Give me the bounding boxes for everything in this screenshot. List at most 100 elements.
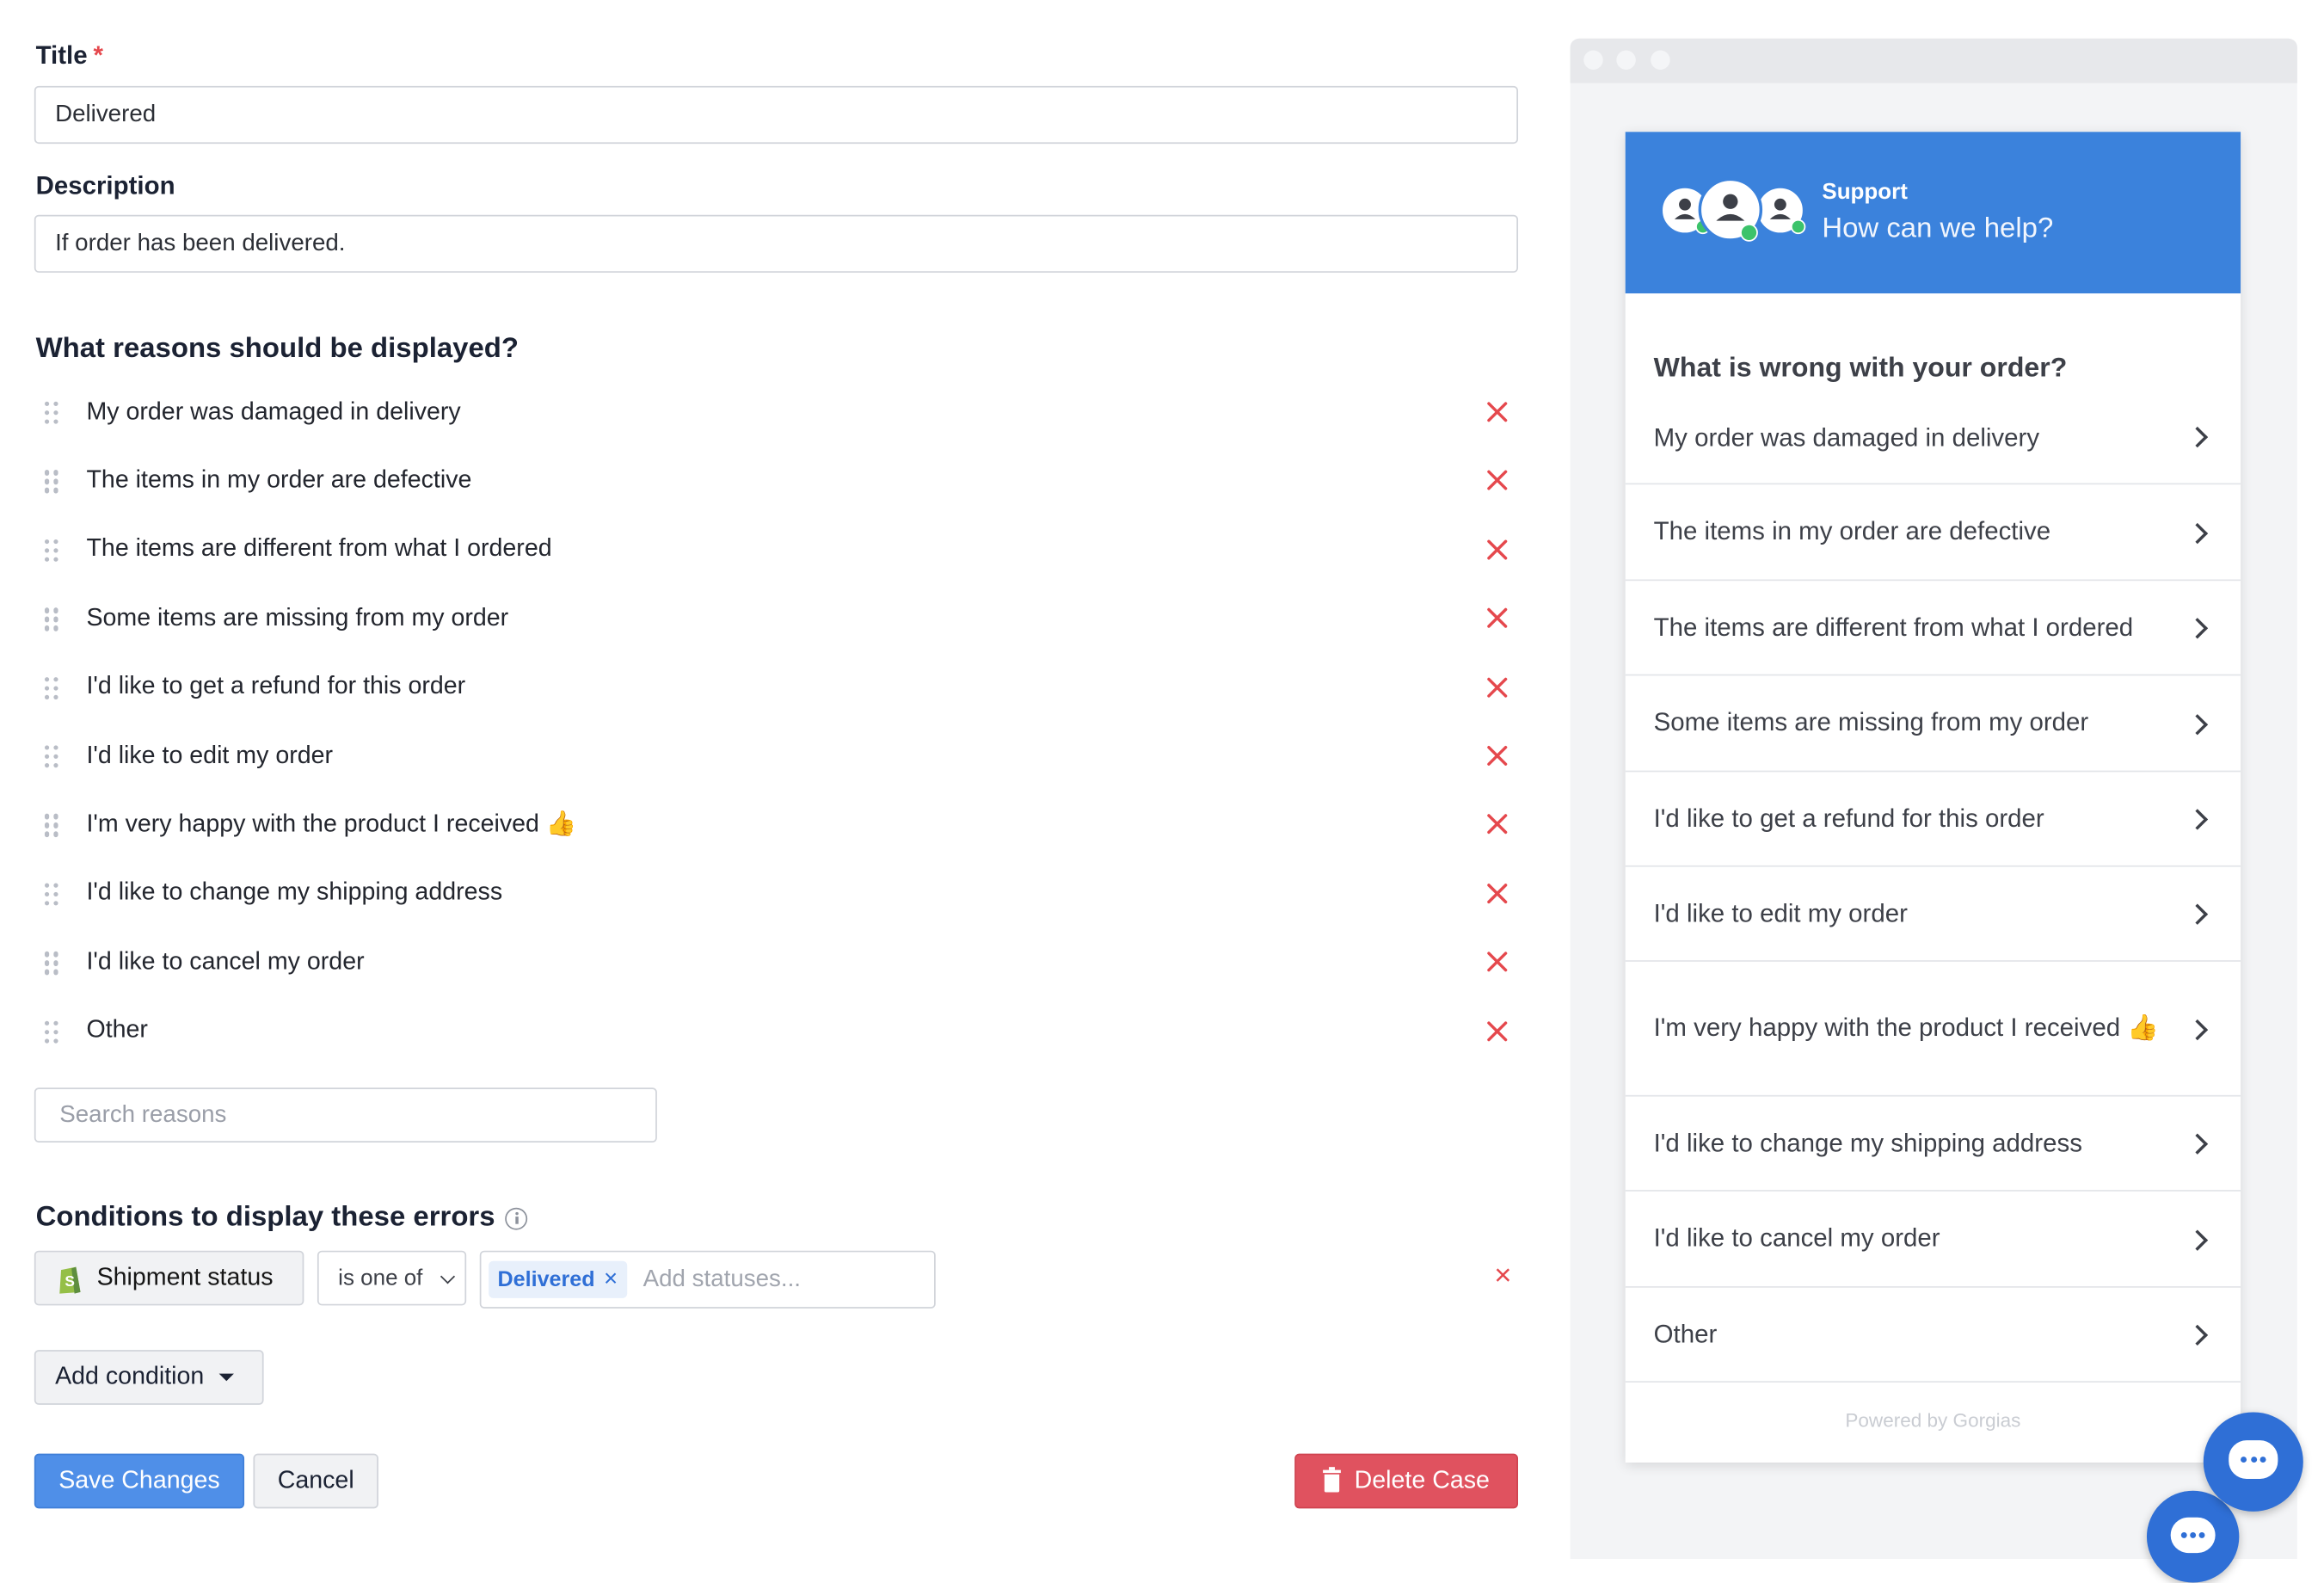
svg-text:S: S: [65, 1272, 75, 1289]
remove-reason-icon[interactable]: [1481, 1014, 1514, 1047]
operator-select[interactable]: is one of: [317, 1250, 467, 1306]
drag-handle-icon[interactable]: [43, 538, 61, 563]
widget-reason-item[interactable]: My order was damaged in delivery: [1625, 390, 2241, 485]
status-tag-remove-icon[interactable]: ×: [604, 1266, 618, 1293]
widget-reason-label: The items in my order are defective: [1653, 517, 2051, 545]
description-input-value: If order has been delivered.: [55, 230, 346, 256]
reason-label: I'm very happy with the product I receiv…: [86, 810, 577, 837]
remove-reason-icon[interactable]: [1481, 533, 1514, 566]
reason-label: I'd like to cancel my order: [86, 947, 365, 975]
chat-bubble-icon: [2229, 1440, 2278, 1479]
chat-launcher-button[interactable]: [2146, 1490, 2240, 1583]
drag-handle-icon[interactable]: [43, 675, 61, 699]
description-input[interactable]: If order has been delivered.: [34, 214, 1519, 273]
reason-label: Other: [86, 1016, 148, 1044]
reason-label: Some items are missing from my order: [86, 604, 509, 631]
reason-label: The items are different from what I orde…: [86, 535, 552, 563]
remove-reason-icon[interactable]: [1481, 602, 1514, 635]
remove-reason-icon[interactable]: [1481, 465, 1514, 497]
chat-open-button[interactable]: [2203, 1412, 2303, 1512]
chevron-right-icon: [2186, 1133, 2209, 1155]
conditions-heading-text: Conditions to display these errors: [35, 1201, 495, 1234]
drag-handle-icon[interactable]: [43, 607, 61, 631]
remove-reason-icon[interactable]: [1481, 808, 1514, 841]
window-dot: [1651, 50, 1670, 70]
info-icon[interactable]: [505, 1206, 528, 1229]
operator-value: is one of: [338, 1265, 423, 1291]
remove-reason-icon[interactable]: [1481, 739, 1514, 772]
widget-reason-label: I'd like to change my shipping address: [1653, 1128, 2082, 1157]
support-widget: Support How can we help? What is wrong w…: [1625, 132, 2241, 1463]
agent-avatar-icon: [1755, 185, 1806, 236]
chat-bubble-icon: [2170, 1517, 2216, 1554]
caret-down-icon: [218, 1373, 234, 1382]
save-changes-button[interactable]: Save Changes: [34, 1453, 245, 1509]
remove-reason-icon[interactable]: [1481, 671, 1514, 704]
widget-reason-item[interactable]: I'd like to get a refund for this order: [1625, 772, 2241, 867]
chevron-right-icon: [2186, 1019, 2209, 1041]
search-reasons-placeholder: Search reasons: [59, 1101, 227, 1127]
add-condition-button[interactable]: Add condition: [34, 1350, 264, 1405]
add-statuses-placeholder: Add statuses...: [642, 1266, 801, 1292]
status-tag-label: Delivered: [497, 1267, 595, 1292]
drag-handle-icon[interactable]: [43, 1019, 61, 1044]
conditions-heading: Conditions to display these errors: [36, 1202, 528, 1235]
remove-reason-icon[interactable]: [1481, 945, 1514, 978]
reason-row: My order was damaged in delivery: [36, 378, 1520, 446]
window-dot: [1583, 50, 1603, 70]
delete-case-label: Delete Case: [1354, 1467, 1490, 1494]
widget-reason-item[interactable]: I'd like to change my shipping address: [1625, 1097, 2241, 1192]
title-label: Title *: [36, 41, 103, 71]
drag-handle-icon[interactable]: [43, 881, 61, 906]
widget-reason-label: I'd like to get a refund for this order: [1653, 804, 2044, 833]
statuses-input[interactable]: Delivered × Add statuses...: [479, 1250, 936, 1309]
reason-label: My order was damaged in delivery: [86, 397, 461, 425]
drag-handle-icon[interactable]: [43, 950, 61, 975]
reason-row: I'm very happy with the product I receiv…: [36, 791, 1520, 859]
widget-reason-item[interactable]: The items are different from what I orde…: [1625, 581, 2241, 676]
reason-label: I'd like to get a refund for this order: [86, 673, 466, 700]
widget-reason-item[interactable]: Some items are missing from my order: [1625, 675, 2241, 773]
widget-reason-label: I'd like to cancel my order: [1653, 1223, 1940, 1253]
page: Title * Delivered Description If order ha…: [0, 0, 2324, 1583]
chevron-right-icon: [2186, 522, 2209, 545]
search-reasons-input[interactable]: Search reasons: [34, 1087, 657, 1143]
reason-row: I'd like to get a refund for this order: [36, 653, 1520, 721]
reasons-heading: What reasons should be displayed?: [35, 333, 519, 365]
remove-reason-icon[interactable]: [1481, 396, 1514, 428]
agent-avatar-icon: [1698, 177, 1763, 242]
reason-row: The items are different from what I orde…: [36, 515, 1520, 583]
shipment-status-field[interactable]: S Shipment status: [34, 1250, 304, 1306]
widget-reason-item[interactable]: I'd like to cancel my order: [1625, 1192, 2241, 1288]
cancel-button[interactable]: Cancel: [253, 1453, 378, 1509]
widget-reason-item[interactable]: Other: [1625, 1288, 2241, 1383]
reason-row: Other: [36, 996, 1520, 1064]
powered-by-text: Powered by Gorgias: [1845, 1409, 2021, 1432]
reason-row: I'd like to edit my order: [36, 722, 1520, 790]
widget-reason-label: My order was damaged in delivery: [1653, 423, 2040, 453]
drag-handle-icon[interactable]: [43, 813, 61, 837]
reason-label: I'd like to change my shipping address: [86, 878, 503, 906]
chevron-right-icon: [2186, 1324, 2209, 1346]
reason-row: The items in my order are defective: [36, 447, 1520, 514]
drag-handle-icon[interactable]: [43, 469, 61, 494]
chevron-right-icon: [2186, 426, 2209, 448]
widget-reason-item[interactable]: I'm very happy with the product I receiv…: [1625, 962, 2241, 1097]
delete-case-button[interactable]: Delete Case: [1294, 1453, 1519, 1509]
widget-reason-label: The items are different from what I orde…: [1653, 613, 2134, 641]
reason-row: I'd like to change my shipping address: [36, 859, 1520, 927]
drag-handle-icon[interactable]: [43, 744, 61, 768]
reason-label: The items in my order are defective: [86, 466, 472, 494]
widget-reason-label: Some items are missing from my order: [1653, 708, 2089, 737]
widget-reason-item[interactable]: I'd like to edit my order: [1625, 867, 2241, 962]
remove-reason-icon[interactable]: [1481, 877, 1514, 909]
title-input[interactable]: Delivered: [34, 85, 1519, 145]
trash-icon: [1323, 1467, 1342, 1493]
widget-reason-item[interactable]: The items in my order are defective: [1625, 484, 2241, 582]
description-label: Description: [35, 171, 175, 200]
drag-handle-icon[interactable]: [43, 400, 61, 425]
chevron-right-icon: [2186, 1229, 2209, 1251]
widget-reason-label: I'm very happy with the product I receiv…: [1653, 1013, 2159, 1042]
remove-condition-icon[interactable]: ×: [1494, 1260, 1511, 1294]
chevron-down-icon: [440, 1269, 456, 1284]
